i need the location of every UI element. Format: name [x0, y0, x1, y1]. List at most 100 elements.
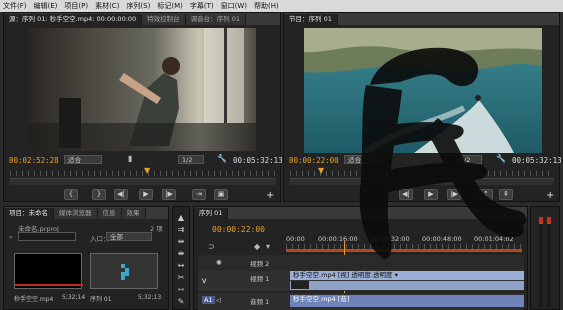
clip-thumb-red-bar [15, 284, 83, 286]
source-resolution-select[interactable]: 1/2 [178, 155, 204, 164]
menu-help[interactable]: 帮助(H) [254, 1, 279, 11]
tab-project[interactable]: 项目：未命名 [4, 208, 54, 219]
overlay-button[interactable]: ▣ [214, 189, 228, 200]
tab-effect-controls[interactable]: 特效控制台 [142, 14, 186, 25]
source-add-icon[interactable]: + [266, 190, 274, 201]
program-playhead-icon[interactable]: ▼ [318, 166, 324, 175]
sequence-icon [121, 264, 129, 280]
menu-project[interactable]: 项目(P) [64, 1, 88, 11]
source-playhead-icon[interactable]: ▼ [144, 166, 150, 175]
tab-source[interactable]: 源：序列 01: 秒手空空.mp4: 00:00:00:00 [4, 14, 143, 25]
audio-clip[interactable]: 秒手空空.mp4 [音] [290, 295, 524, 307]
speaker-icon[interactable]: ◁ [216, 296, 221, 304]
track-audio-1: A1 ◁ 音频 1 秒手空空.mp4 [音] [198, 293, 524, 310]
source-ruler[interactable] [10, 171, 276, 176]
menu-file[interactable]: 文件(F) [3, 1, 27, 11]
program-timecode-current[interactable]: 00:00:22:00 [289, 156, 339, 165]
menu-bar: 文件(F) 编辑(E) 项目(P) 素材(C) 序列(S) 标记(M) 字幕(T… [0, 0, 563, 12]
project-item-sequence-duration: 5;32;13 [138, 294, 162, 301]
tab-media-browser[interactable]: 媒体浏览器 [54, 208, 98, 219]
slip-tool-icon[interactable]: ⇿ [176, 285, 186, 295]
razor-tool-icon[interactable]: ✂ [176, 273, 186, 283]
step-back-button[interactable]: ◀| [114, 189, 128, 200]
menu-title[interactable]: 字幕(T) [190, 1, 214, 11]
program-step-forward-button[interactable]: |▶ [447, 189, 461, 200]
wrench-icon[interactable]: 🔧 [217, 154, 227, 163]
extract-button[interactable]: ⇞ [499, 189, 513, 200]
program-video-frame[interactable] [304, 28, 542, 153]
program-step-back-button[interactable]: ◀| [399, 189, 413, 200]
play-button[interactable]: ▶ [139, 189, 153, 200]
program-scrub-bar[interactable] [290, 178, 554, 185]
project-item-sequence-thumbnail[interactable] [90, 253, 158, 289]
eye-icon[interactable]: ◉ [216, 258, 222, 266]
program-add-icon[interactable]: + [546, 190, 554, 201]
track-target-audio[interactable]: A1 [202, 296, 215, 304]
video-clip-thumbnail [290, 280, 524, 290]
selection-tool-icon[interactable]: ▲ [176, 213, 186, 223]
timeline-timecode[interactable]: 00:00:22:00 [212, 225, 265, 234]
rate-stretch-tool-icon[interactable]: ↔ [176, 261, 186, 271]
project-item-clip-thumbnail[interactable] [14, 253, 83, 289]
program-play-button[interactable]: ▶ [424, 189, 438, 200]
source-fit-select[interactable]: 适合 [64, 155, 102, 164]
step-forward-button[interactable]: |▶ [162, 189, 176, 200]
track-label-audio-1: 音频 1 [250, 298, 270, 306]
rolling-edit-tool-icon[interactable]: ⇼ [176, 249, 186, 259]
work-area-bar[interactable] [286, 249, 522, 252]
project-panel: 项目：未命名 媒体浏览器 信息 效果 未命名.prproj 2 项 ⌕ 入口： … [3, 206, 169, 310]
menu-clip[interactable]: 素材(C) [95, 1, 119, 11]
program-tabs: 节目：序列 01 [284, 13, 559, 25]
tab-sequence[interactable]: 序列 01 [194, 208, 229, 219]
track-select-tool-icon[interactable]: ⇉ [176, 225, 186, 235]
source-scrub-bar[interactable] [10, 178, 276, 185]
project-tabs: 项目：未命名 媒体浏览器 信息 效果 [4, 207, 168, 219]
lift-button[interactable]: ⇡ [479, 189, 493, 200]
insert-button[interactable]: ⇥ [192, 189, 206, 200]
pen-tool-icon[interactable]: ✎ [176, 297, 186, 307]
project-search-input[interactable] [18, 232, 76, 241]
source-video-frame[interactable] [29, 28, 256, 151]
program-resolution-select[interactable]: 1/2 [456, 155, 482, 164]
meter-right [547, 217, 551, 307]
tab-effects[interactable]: 效果 [121, 208, 146, 219]
project-item-clip-duration: 5;32;14 [62, 294, 86, 301]
marker-icon[interactable]: ▮ [128, 154, 132, 163]
video-clip-frame [291, 281, 309, 289]
timeline-panel: 序列 01 00:00:22:00 ⊃ ◆ ▾ 00:00 00:00:16:0… [193, 206, 528, 310]
audio-meters [530, 206, 560, 310]
mark-in-button[interactable]: { [64, 189, 78, 200]
tab-program[interactable]: 节目：序列 01 [284, 14, 338, 25]
menu-edit[interactable]: 编辑(E) [34, 1, 58, 11]
program-wrench-icon[interactable]: 🔧 [496, 154, 506, 163]
tab-info[interactable]: 信息 [97, 208, 122, 219]
project-item-clip-name: 秒手空空.mp4 [14, 296, 54, 303]
ruler-label-4: 00:01:04:02 [474, 235, 514, 243]
tab-audio-mixer[interactable]: 调音台：序列 01 [185, 14, 247, 25]
ruler-label-3: 00:00:48:00 [422, 235, 462, 243]
search-icon[interactable]: ⌕ [9, 233, 13, 242]
ruler-label-1: 00:00:16:00 [318, 235, 358, 243]
source-timecode-current[interactable]: 00:02:52:28 [9, 156, 59, 165]
menu-window[interactable]: 窗口(W) [221, 1, 247, 11]
timeline-marker-icon[interactable]: ▾ [266, 242, 270, 251]
mark-out-button[interactable]: } [92, 189, 106, 200]
program-ruler[interactable] [290, 171, 554, 176]
track-video-1: V 视频 1 秒手空空.mp4 [视] 透明度:透明度 ▾ [198, 271, 524, 291]
source-tabs: 源：序列 01: 秒手空空.mp4: 00:00:00:00 特效控制台 调音台… [4, 13, 280, 25]
menu-sequence[interactable]: 序列(S) [126, 1, 150, 11]
ripple-edit-tool-icon[interactable]: ⇹ [176, 237, 186, 247]
meter-left [539, 217, 543, 307]
track-video-2: ◉ 视频 2 [198, 255, 524, 272]
filter-select[interactable]: 全部 [106, 232, 152, 241]
snap-icon[interactable]: ⊃ [208, 242, 215, 251]
program-timecode-duration: 00:05:32:13 [512, 156, 562, 165]
program-frame-image [304, 28, 542, 153]
set-marker-icon[interactable]: ◆ [254, 242, 260, 251]
track-target-video[interactable]: V [202, 277, 206, 285]
project-item-sequence-name: 序列 01 [90, 296, 112, 303]
ruler-label-0: 00:00 [286, 235, 305, 243]
source-timecode-duration: 00:05:32:13 [233, 156, 283, 165]
menu-marker[interactable]: 标记(M) [157, 1, 183, 11]
program-fit-select[interactable]: 适合 [344, 155, 382, 164]
